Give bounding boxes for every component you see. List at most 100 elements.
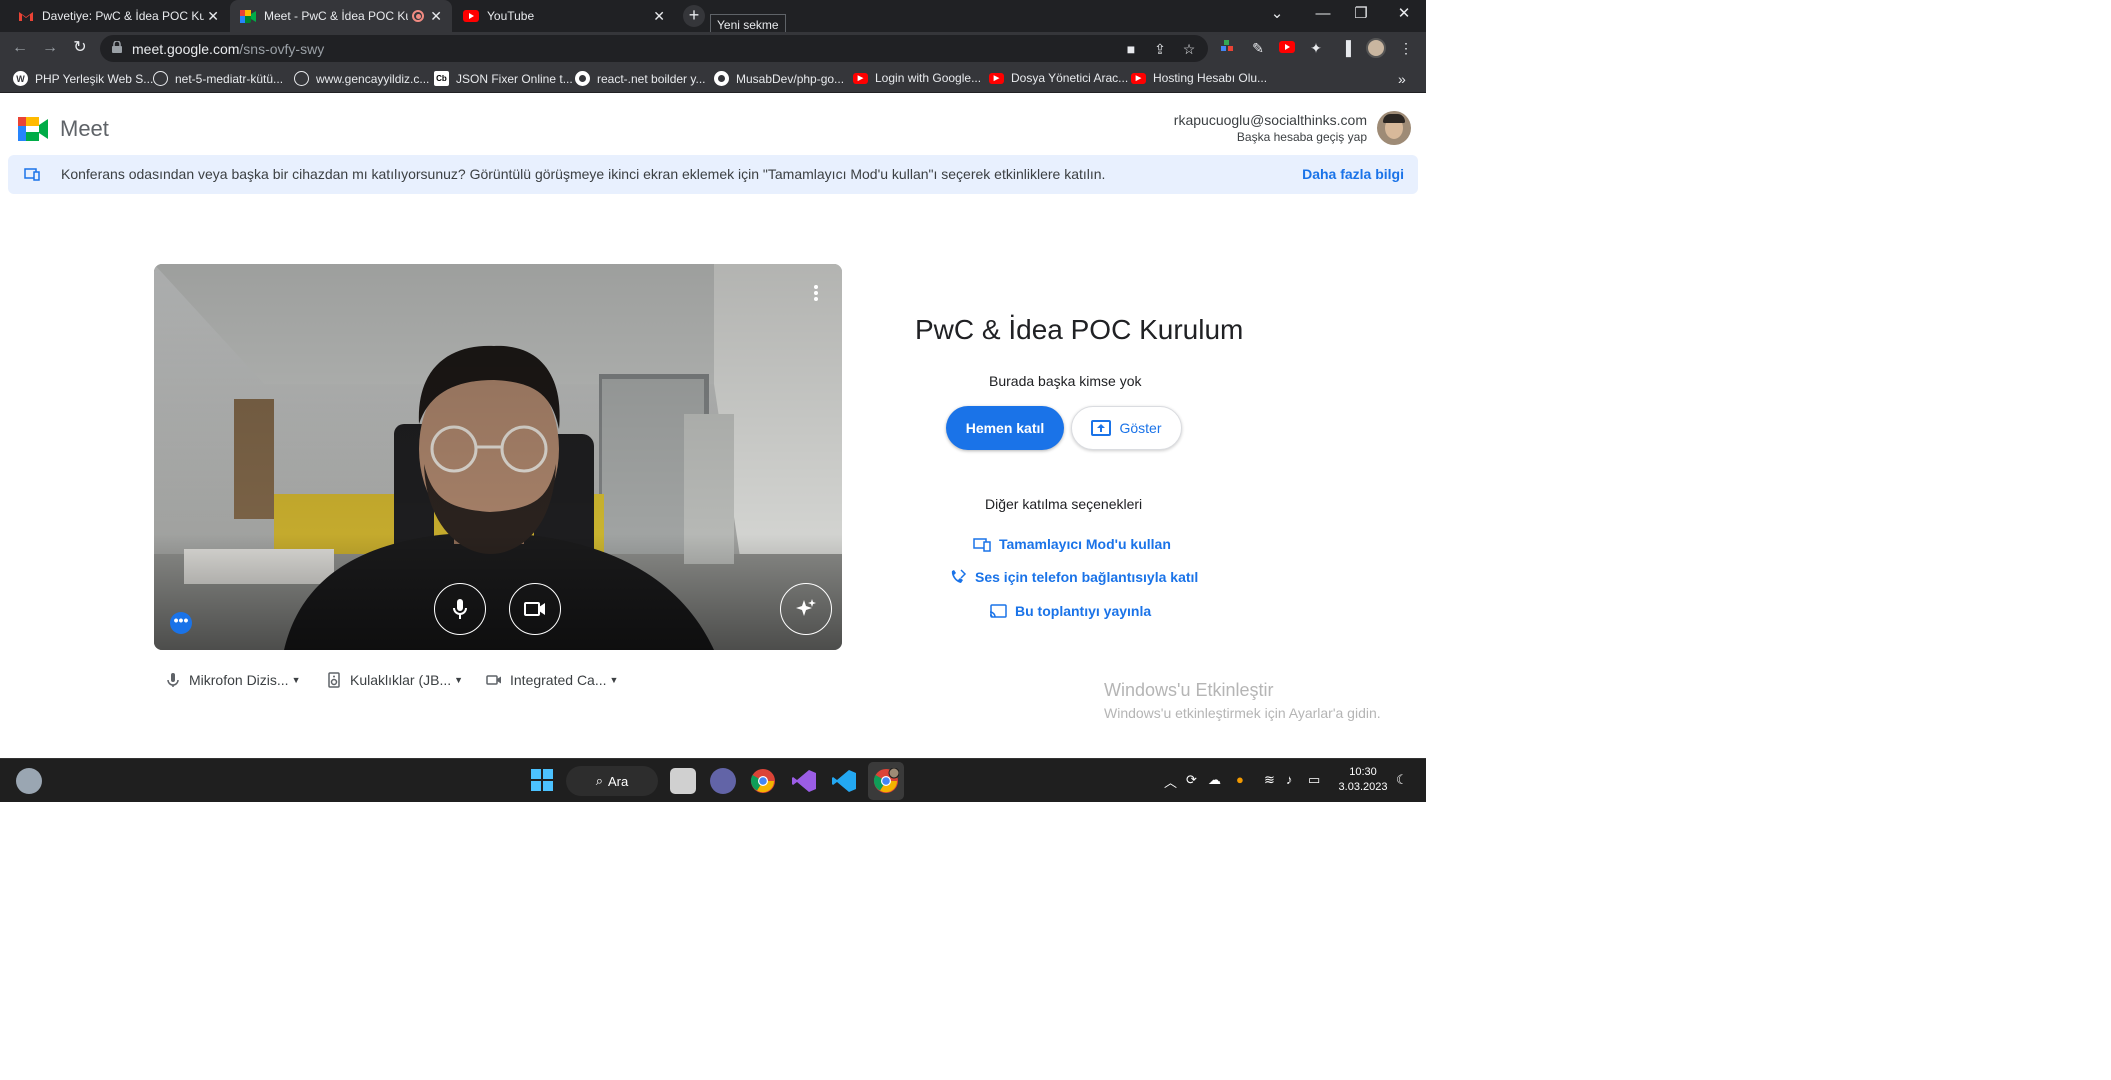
camera-selector[interactable]: Integrated Ca... ▼ (486, 672, 618, 688)
browser-toolbar: ← → ↻ meet.google.com/sns-ovfy-swy ■ ⇪ ☆… (0, 32, 1426, 65)
restore-icon[interactable]: ❐ (1338, 0, 1384, 30)
globe-icon (294, 71, 309, 86)
github-icon (714, 71, 729, 86)
more-bookmarks-icon[interactable]: » (1398, 71, 1406, 87)
tab-title: Meet - PwC & İdea POC Kurulum (264, 9, 408, 23)
bookmark-label: JSON Fixer Online t... (456, 71, 573, 86)
sync-icon[interactable]: ⟳ (1186, 772, 1197, 788)
tab-search-icon[interactable]: ⌄ (1254, 0, 1300, 30)
sparkle-effects-icon (796, 599, 816, 616)
preview-options-kebab-icon[interactable] (813, 284, 819, 302)
bookmark-item[interactable]: ▶ Hosting Hesabı Olu... (1131, 71, 1267, 85)
bookmarks-bar: W PHP Yerleşik Web S... net-5-mediatr-küt… (0, 65, 1426, 93)
tab-youtube[interactable]: YouTube ✕ (453, 0, 675, 32)
participants-status: Burada başka kimse yok (989, 373, 1142, 389)
extensions-puzzle-icon[interactable]: ✦ (1306, 38, 1326, 58)
switch-account-link[interactable]: Başka hesaba geçiş yap (1174, 130, 1367, 144)
close-tab-icon[interactable]: ✕ (653, 8, 665, 25)
battery-icon[interactable]: ▭ (1308, 772, 1320, 788)
camera-feed-image (154, 264, 842, 650)
phone-forward-icon (951, 569, 967, 583)
present-button[interactable]: Göster (1071, 406, 1182, 450)
cast-meeting-link[interactable]: Bu toplantıyı yayınla (989, 603, 1151, 619)
onedrive-cloud-icon[interactable]: ☁ (1208, 772, 1221, 788)
visual-studio-icon[interactable] (791, 768, 817, 794)
youtube-icon: ▶ (853, 72, 868, 84)
speaker-selector[interactable]: Kulaklıklar (JB... ▼ (326, 672, 463, 688)
bookmark-item[interactable]: ▶ Login with Google... (853, 71, 981, 85)
profile-avatar-icon[interactable] (1366, 38, 1386, 58)
side-panel-icon[interactable]: ▐ (1336, 38, 1356, 58)
dropdown-caret-icon: ▼ (454, 675, 464, 685)
present-button-label: Göster (1119, 420, 1162, 436)
companion-mode-label: Tamamlayıcı Mod'u kullan (999, 536, 1171, 552)
extension-pen-icon[interactable]: ✎ (1248, 38, 1268, 58)
teams-chat-icon[interactable] (710, 768, 736, 794)
forward-icon[interactable]: → (38, 36, 62, 60)
camera-selector-label: Integrated Ca... (510, 672, 607, 688)
start-button[interactable] (530, 768, 556, 794)
volume-icon[interactable]: ♪ (1286, 772, 1293, 787)
bookmark-item[interactable]: Cb JSON Fixer Online t... (434, 71, 573, 86)
join-now-button[interactable]: Hemen katıl (946, 406, 1064, 450)
bookmark-label: Dosya Yönetici Arac... (1011, 71, 1129, 85)
reload-icon[interactable]: ↻ (68, 36, 92, 60)
tab-meet[interactable]: Meet - PwC & İdea POC Kurulum ✕ (230, 0, 452, 32)
bookmark-item[interactable]: react-.net boilder y... (575, 71, 706, 86)
close-tab-icon[interactable]: ✕ (207, 8, 219, 25)
microphone-selector[interactable]: Mikrofon Dizis... ▼ (165, 672, 301, 688)
close-window-icon[interactable]: ✕ (1381, 0, 1426, 30)
system-clock[interactable]: 10:30 3.03.2023 (1334, 765, 1392, 795)
address-bar[interactable]: meet.google.com/sns-ovfy-swy ■ ⇪ ☆ (100, 35, 1208, 62)
tab-title: Davetiye: PwC & İdea POC Kurulum (42, 9, 204, 23)
meet-icon (240, 8, 256, 24)
microphone-selector-label: Mikrofon Dizis... (189, 672, 289, 688)
close-tab-icon[interactable]: ✕ (430, 8, 442, 25)
bookmark-item[interactable]: MusabDev/php-go... (714, 71, 844, 86)
more-options-dots-button[interactable]: ••• (170, 612, 192, 634)
show-hidden-icons-icon[interactable]: ︿ (1164, 772, 1177, 791)
bookmark-star-icon[interactable]: ☆ (1180, 40, 1198, 58)
chrome-profile-icon[interactable] (873, 767, 900, 794)
companion-mode-link[interactable]: Tamamlayıcı Mod'u kullan (973, 536, 1171, 552)
bookmark-item[interactable]: ▶ Dosya Yönetici Arac... (989, 71, 1128, 85)
companion-device-icon (973, 538, 991, 552)
wifi-icon[interactable]: ≋ (1264, 772, 1275, 788)
notifications-moon-icon[interactable]: ☾ (1396, 772, 1408, 788)
camera-toggle-button[interactable] (509, 583, 561, 635)
learn-more-link[interactable]: Daha fazla bilgi (1302, 166, 1404, 182)
weather-widget-icon[interactable] (16, 768, 42, 794)
globe-icon (153, 71, 168, 86)
speaker-selector-label: Kulaklıklar (JB... (350, 672, 452, 688)
clock-time: 10:30 (1349, 766, 1377, 778)
bookmark-item[interactable]: www.gencayyildiz.c... (294, 71, 429, 86)
dropdown-caret-icon: ▼ (291, 675, 301, 685)
meet-logo[interactable]: Meet (18, 116, 109, 142)
chrome-icon[interactable] (750, 768, 776, 794)
phone-audio-link[interactable]: Ses için telefon bağlantısıyla katıl (949, 569, 1198, 585)
vscode-icon[interactable] (831, 768, 857, 794)
bookmark-label: PHP Yerleşik Web S... (35, 71, 154, 86)
extension-youtube-icon[interactable] (1277, 38, 1297, 58)
dropdown-caret-icon: ▼ (609, 675, 619, 685)
bookmark-item[interactable]: net-5-mediatr-kütü... (153, 71, 283, 86)
microphone-in-use-icon[interactable]: ● (1236, 772, 1244, 787)
avatar[interactable] (1377, 111, 1411, 145)
new-tab-button[interactable]: + (683, 5, 705, 27)
microphone-toggle-button[interactable] (434, 583, 486, 635)
task-view-icon[interactable] (670, 768, 696, 794)
tab-gmail[interactable]: Davetiye: PwC & İdea POC Kurulum ✕ (8, 0, 229, 32)
bookmark-item[interactable]: W PHP Yerleşik Web S... (13, 71, 153, 86)
extension-colorful-icon[interactable] (1217, 38, 1237, 58)
share-icon[interactable]: ⇪ (1151, 40, 1169, 58)
video-camera-icon (486, 675, 501, 685)
camera-in-use-icon[interactable]: ■ (1122, 40, 1140, 58)
meeting-title: PwC & İdea POC Kurulum (915, 314, 1244, 345)
back-icon[interactable]: ← (8, 36, 32, 60)
youtube-icon (463, 8, 479, 24)
url-text: meet.google.com/sns-ovfy-swy (132, 41, 324, 57)
taskbar-search[interactable]: ⌕ Ara (566, 766, 658, 796)
visual-effects-button[interactable] (780, 583, 832, 635)
menu-kebab-icon[interactable]: ⋮ (1396, 38, 1416, 58)
phone-audio-label: Ses için telefon bağlantısıyla katıl (975, 569, 1199, 585)
